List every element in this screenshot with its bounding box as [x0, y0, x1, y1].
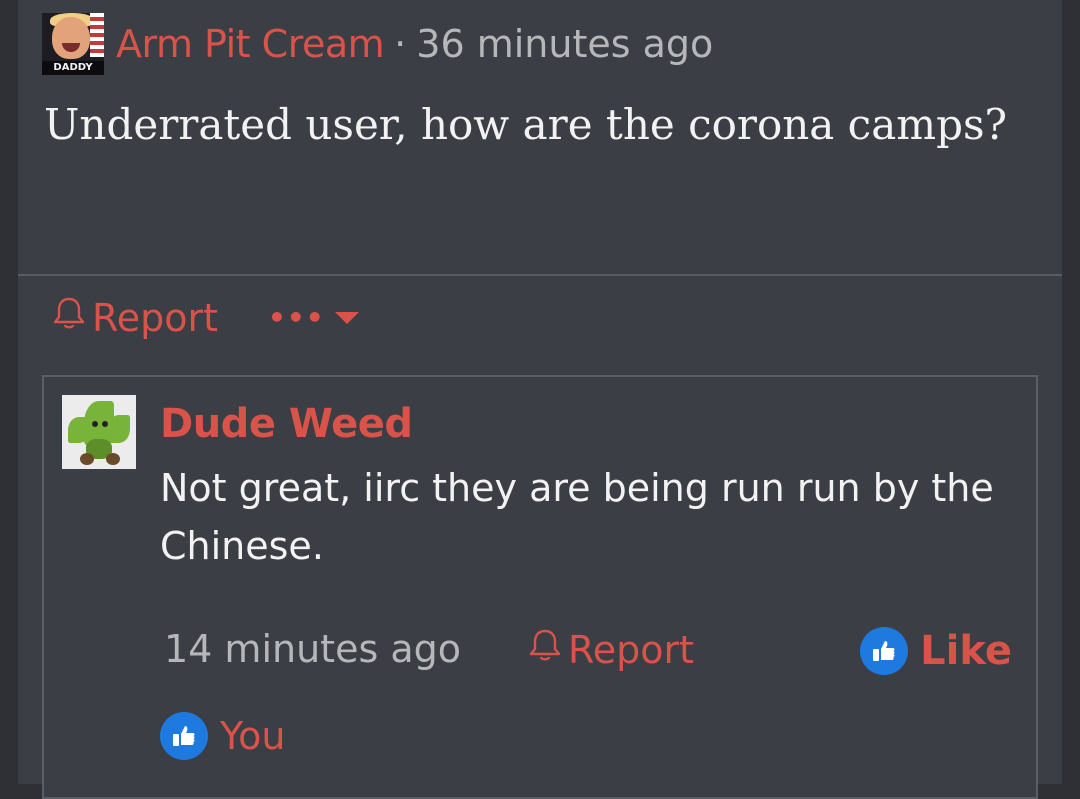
thumbs-up-icon	[860, 627, 909, 675]
like-button[interactable]: Like	[860, 627, 1012, 675]
reply-report-button[interactable]: Report	[528, 627, 694, 672]
comment-card: DADDY Arm Pit Cream · 36 minutes ago Und…	[18, 0, 1062, 799]
ellipsis-icon: •••	[267, 301, 325, 334]
bell-icon	[52, 295, 92, 340]
bell-icon	[528, 627, 568, 672]
report-label: Report	[568, 627, 694, 672]
post-body: Underrated user, how are the corona camp…	[44, 100, 1008, 149]
post-timestamp: 36 minutes ago	[416, 22, 714, 66]
thumbs-up-icon	[160, 712, 208, 760]
post-author[interactable]: Arm Pit Cream	[116, 22, 385, 66]
reply-card: Dude Weed Not great, iirc they are being…	[42, 375, 1038, 799]
avatar-tag: DADDY	[42, 61, 104, 75]
reply-body: Not great, iirc they are being run run b…	[160, 466, 994, 568]
reply-avatar[interactable]	[62, 395, 136, 469]
liked-by-label: You	[220, 714, 286, 758]
like-label: Like	[920, 628, 1012, 674]
post-actions: Report •••	[52, 295, 359, 340]
reply-author[interactable]: Dude Weed	[160, 401, 413, 447]
likes-summary[interactable]: You	[160, 712, 286, 760]
report-button[interactable]: Report	[52, 295, 218, 340]
reply-timestamp: 14 minutes ago	[164, 627, 461, 671]
separator: ·	[394, 22, 407, 66]
caret-down-icon	[334, 311, 359, 324]
avatar[interactable]: DADDY	[42, 13, 104, 75]
divider	[18, 274, 1062, 276]
post-header: DADDY Arm Pit Cream · 36 minutes ago	[42, 12, 713, 76]
more-menu-button[interactable]: •••	[268, 301, 359, 334]
report-label: Report	[92, 295, 218, 340]
